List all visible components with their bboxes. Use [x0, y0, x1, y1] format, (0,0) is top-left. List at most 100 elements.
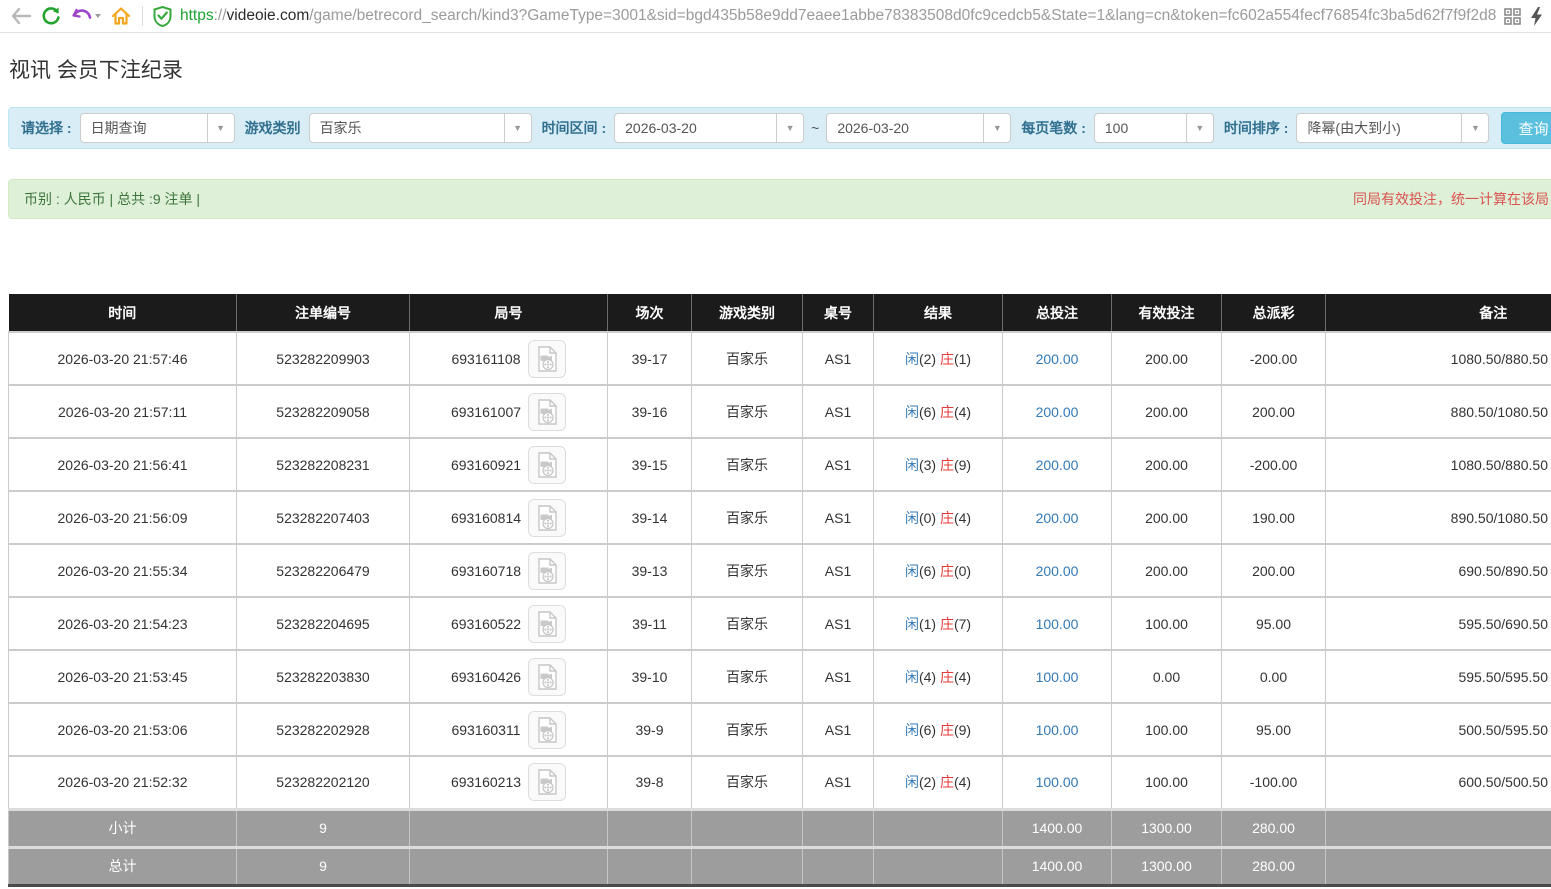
cell-total-bet[interactable]: 200.00 [1003, 438, 1112, 491]
cell-table-number: AS1 [803, 385, 874, 438]
game-type-select[interactable]: 百家乐 ▼ [309, 113, 532, 143]
cell-game-type: 百家乐 [692, 385, 803, 438]
cell-round-number: 693161108 [410, 332, 608, 385]
column-header-game-type: 游戏类别 [692, 294, 803, 332]
search-button[interactable]: 查询 [1501, 112, 1551, 144]
video-replay-button[interactable] [528, 393, 566, 431]
cell-total-bet[interactable]: 200.00 [1003, 544, 1112, 597]
total-bet-amount[interactable]: 100.00 [1036, 774, 1079, 790]
total-bet-amount[interactable]: 100.00 [1036, 616, 1079, 632]
cell-round-number: 693160522 [410, 597, 608, 650]
video-replay-button[interactable] [528, 340, 566, 378]
summary-session [608, 847, 692, 885]
chevron-down-icon: ▼ [504, 114, 531, 142]
cell-table-number: AS1 [803, 650, 874, 703]
valid-bet-warning-text: 同局有效投注，统一计算在该局 [1353, 189, 1549, 209]
total-bet-amount[interactable]: 200.00 [1036, 457, 1079, 473]
cell-session: 39-8 [608, 756, 692, 809]
browser-toolbar: https://videoie.com/game/betrecord_searc… [0, 0, 1551, 33]
total-bet-amount[interactable]: 200.00 [1036, 404, 1079, 420]
summary-valid-bet: 1300.00 [1112, 809, 1222, 847]
cell-valid-bet: 100.00 [1112, 597, 1222, 650]
query-type-select[interactable]: 日期查询 ▼ [80, 113, 235, 143]
video-replay-icon [535, 664, 559, 690]
round-number-text: 693160522 [451, 616, 521, 632]
qr-extension-icon[interactable] [1504, 8, 1521, 25]
total-bet-amount[interactable]: 200.00 [1036, 351, 1079, 367]
result-player-label: 闲 [905, 457, 919, 473]
cell-note: 1080.50/880.50 [1326, 438, 1551, 491]
cell-table-number: AS1 [803, 597, 874, 650]
column-header-result: 结果 [874, 294, 1003, 332]
back-button[interactable] [8, 3, 34, 29]
date-to-select[interactable]: 2026-03-20 ▼ [826, 113, 1011, 143]
lightning-extension-icon[interactable] [1530, 7, 1543, 26]
result-banker-label: 庄 [940, 457, 954, 473]
result-banker-score: (4) [954, 404, 971, 420]
video-replay-button[interactable] [528, 552, 566, 590]
total-bet-amount[interactable]: 100.00 [1036, 669, 1079, 685]
secure-shield-icon [153, 6, 172, 27]
video-replay-button[interactable] [528, 711, 566, 749]
round-number-text: 693160718 [451, 563, 521, 579]
cell-total-bet[interactable]: 100.00 [1003, 756, 1112, 809]
video-replay-button[interactable] [528, 499, 566, 537]
date-from-select[interactable]: 2026-03-20 ▼ [614, 113, 804, 143]
page-size-select[interactable]: 100 ▼ [1094, 113, 1214, 143]
cell-note: 500.50/595.50 [1326, 703, 1551, 756]
result-player-score: (6) [919, 563, 940, 579]
cell-round-number: 693160426 [410, 650, 608, 703]
currency-total-text: 币别 : 人民币 | 总共 :9 注单 | [24, 189, 200, 209]
refresh-button[interactable] [38, 3, 64, 29]
cell-result: 闲(6) 庄(0) [874, 544, 1003, 597]
video-replay-button[interactable] [528, 605, 566, 643]
column-header-time: 时间 [9, 294, 237, 332]
cell-total-bet[interactable]: 200.00 [1003, 385, 1112, 438]
cell-round-number: 693160213 [410, 756, 608, 809]
home-button[interactable] [108, 3, 134, 29]
total-bet-amount[interactable]: 200.00 [1036, 563, 1079, 579]
cell-valid-bet: 200.00 [1112, 544, 1222, 597]
cell-payout: 190.00 [1222, 491, 1326, 544]
cell-note: 890.50/1080.50 [1326, 491, 1551, 544]
cell-time: 2026-03-20 21:54:23 [9, 597, 237, 650]
cell-payout: -100.00 [1222, 756, 1326, 809]
video-replay-button[interactable] [528, 763, 566, 801]
summary-label: 小计 [9, 809, 237, 847]
result-player-score: (2) [919, 774, 940, 790]
cell-note: 1080.50/880.50 [1326, 332, 1551, 385]
round-number-text: 693160921 [451, 457, 521, 473]
url-domain: videoie.com [227, 7, 310, 24]
cell-total-bet[interactable]: 200.00 [1003, 491, 1112, 544]
undo-button[interactable] [68, 3, 104, 29]
result-player-score: (6) [919, 404, 940, 420]
cell-game-type: 百家乐 [692, 332, 803, 385]
cell-total-bet[interactable]: 100.00 [1003, 650, 1112, 703]
cell-total-bet[interactable]: 100.00 [1003, 597, 1112, 650]
video-replay-button[interactable] [528, 658, 566, 696]
cell-time: 2026-03-20 21:53:45 [9, 650, 237, 703]
cell-total-bet[interactable]: 100.00 [1003, 703, 1112, 756]
cell-note: 600.50/500.50 [1326, 756, 1551, 809]
cell-valid-bet: 200.00 [1112, 385, 1222, 438]
total-bet-amount[interactable]: 100.00 [1036, 722, 1079, 738]
cell-result: 闲(4) 庄(4) [874, 650, 1003, 703]
cell-game-type: 百家乐 [692, 491, 803, 544]
total-bet-amount[interactable]: 200.00 [1036, 510, 1079, 526]
round-number-text: 693161007 [451, 404, 521, 420]
video-replay-button[interactable] [528, 446, 566, 484]
cell-table-number: AS1 [803, 544, 874, 597]
video-replay-icon [535, 611, 559, 637]
address-bar[interactable]: https://videoie.com/game/betrecord_searc… [151, 2, 1496, 30]
cell-valid-bet: 200.00 [1112, 491, 1222, 544]
cell-session: 39-16 [608, 385, 692, 438]
cell-time: 2026-03-20 21:57:11 [9, 385, 237, 438]
subtotal-row: 小计91400.001300.00280.00 [9, 809, 1551, 847]
time-sort-select[interactable]: 降幂(由大到小) ▼ [1296, 113, 1489, 143]
cell-time: 2026-03-20 21:57:46 [9, 332, 237, 385]
date-range-tilde: ~ [811, 120, 819, 136]
cell-payout: -200.00 [1222, 438, 1326, 491]
cell-session: 39-13 [608, 544, 692, 597]
cell-total-bet[interactable]: 200.00 [1003, 332, 1112, 385]
table-row: 2026-03-20 21:53:06523282202928693160311… [9, 703, 1551, 756]
